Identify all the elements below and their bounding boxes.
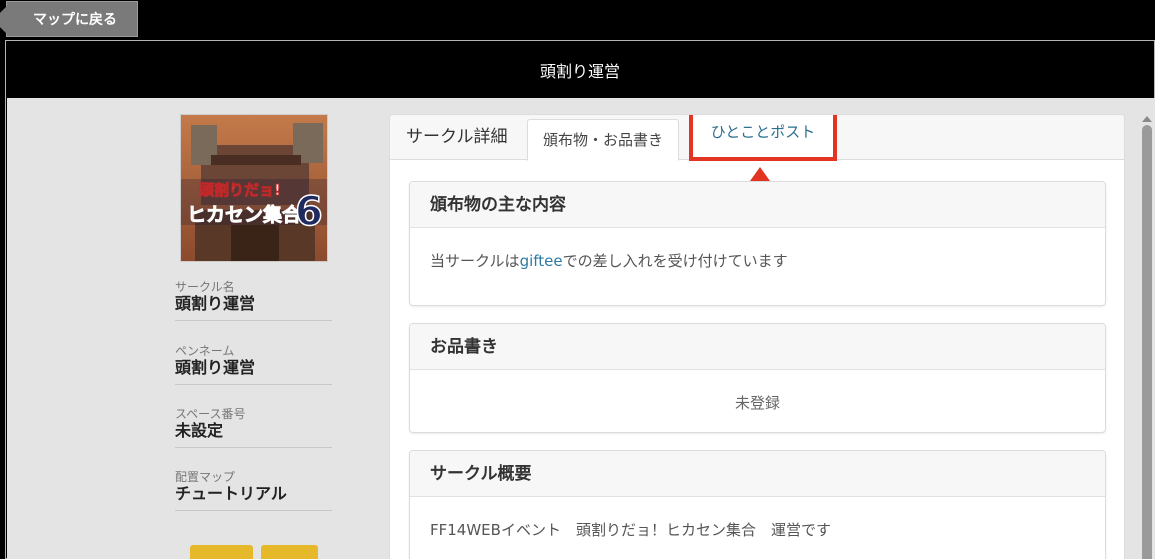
pixiv-button[interactable] — [261, 545, 318, 559]
items-text-pre: 当サークルは — [430, 252, 520, 270]
giftee-link[interactable]: giftee — [520, 252, 563, 270]
space-number-label: スペース番号 — [175, 407, 246, 421]
card-distributed-items: 頒布物の主な内容 当サークルはgifteeでの差し入れを受け付けています — [409, 181, 1106, 306]
pen-name-value: 頭割り運営 — [175, 358, 256, 377]
tab-bar: サークル詳細 頒布物・お品書き ひとことポスト — [390, 115, 1124, 161]
items-text-post: での差し入れを受け付けています — [562, 252, 788, 270]
pen-name-label: ペンネーム — [175, 344, 235, 358]
card-menu: お品書き 未登録 — [409, 323, 1106, 433]
circle-cut-image: 頭割りだョ! ヒカセン集合 6 — [180, 114, 328, 262]
circle-cut-illustration: 頭割りだョ! ヒカセン集合 6 — [181, 115, 327, 261]
info-space-number: スペース番号 未設定 — [175, 407, 332, 448]
info-circle-name: サークル名 頭割り運営 — [175, 280, 332, 321]
card-overview-body: FF14WEBイベント 頭割りだョ！ヒカセン集合 運営です — [430, 521, 831, 539]
content-area: 頭割りだョ! ヒカセン集合 6 サークル名 頭割り運営 ペンネーム 頭割り運営 … — [7, 98, 1155, 559]
tab-items-menu[interactable]: 頒布物・お品書き — [527, 119, 680, 161]
window-title: 頭割り運営 — [539, 61, 620, 81]
circle-name-label: サークル名 — [175, 280, 235, 294]
scrollbar[interactable] — [1141, 114, 1153, 559]
info-map: 配置マップ チュートリアル — [175, 470, 332, 511]
circle-sidebar: 頭割りだョ! ヒカセン集合 6 サークル名 頭割り運営 ペンネーム 頭割り運営 … — [7, 98, 377, 559]
map-value: チュートリアル — [175, 484, 287, 503]
back-to-map-label: マップに戻る — [33, 12, 117, 28]
circle-cut-line2: ヒカセン集合 — [187, 203, 302, 226]
twitter-button[interactable] — [190, 545, 253, 559]
space-number-value: 未設定 — [175, 421, 224, 440]
card-overview-title: サークル概要 — [410, 451, 1105, 497]
card-menu-body: 未登録 — [734, 394, 780, 412]
card-items-body: 当サークルはgifteeでの差し入れを受け付けています — [410, 228, 1105, 271]
tab-circle-detail[interactable]: サークル詳細 — [406, 115, 508, 160]
circle-detail-window: 頭割り運営 頭割りだョ! ヒカセン集合 6 サークル名 頭割り運営 ペンネーム … — [5, 40, 1155, 559]
card-overview: サークル概要 FF14WEBイベント 頭割りだョ！ヒカセン集合 運営です — [409, 450, 1106, 559]
card-menu-title: お品書き — [410, 324, 1105, 370]
back-to-map-button[interactable]: マップに戻る — [6, 1, 138, 37]
map-label: 配置マップ — [175, 470, 236, 484]
detail-panel: サークル詳細 頒布物・お品書き ひとことポスト 頒布物の主な内容 当サークルはg… — [389, 114, 1125, 559]
circle-cut-number: 6 — [295, 189, 323, 235]
info-pen-name: ペンネーム 頭割り運営 — [175, 344, 332, 385]
tab-hitokoto-post[interactable]: ひとことポスト — [689, 115, 837, 161]
window-title-bar: 頭割り運営 — [6, 41, 1154, 98]
card-items-title: 頒布物の主な内容 — [410, 182, 1105, 228]
scroll-thumb[interactable] — [1142, 125, 1152, 559]
circle-name-value: 頭割り運営 — [175, 294, 256, 313]
scroll-up-arrow-icon[interactable] — [1142, 116, 1152, 122]
circle-cut-line1: 頭割りだョ! — [199, 181, 281, 199]
